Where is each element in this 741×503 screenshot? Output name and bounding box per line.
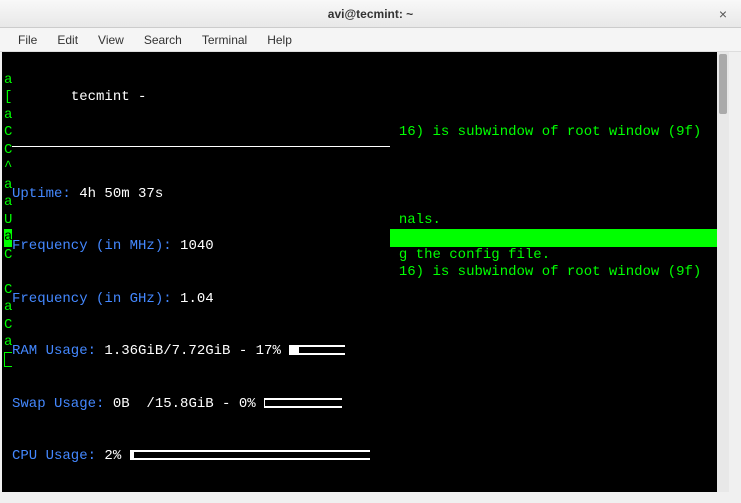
cpu-bar — [130, 450, 370, 460]
close-icon[interactable]: × — [715, 6, 731, 22]
menu-terminal[interactable]: Terminal — [192, 31, 257, 49]
menu-view[interactable]: View — [88, 31, 134, 49]
uptime-label: Uptime: — [12, 186, 71, 202]
menu-file[interactable]: File — [8, 31, 47, 49]
swap-value: 0B /15.8GiB - 0% — [113, 396, 256, 412]
terminal-area[interactable]: avi@tecmint: $ conky & [ a C 16) is subw… — [2, 52, 729, 492]
swap-label: Swap Usage: — [12, 396, 104, 412]
ram-bar — [289, 345, 345, 355]
ram-value: 1.36GiB/7.72GiB - 17% — [104, 343, 280, 359]
titlebar: avi@tecmint: ~ × — [0, 0, 741, 28]
cpu-value: 2% — [104, 448, 121, 464]
scrollbar-thumb[interactable] — [719, 54, 727, 114]
freq-ghz-label: Frequency (in GHz): — [12, 291, 172, 307]
menu-help[interactable]: Help — [257, 31, 302, 49]
freq-mhz-value: 1040 — [180, 238, 214, 254]
scrollbar[interactable] — [717, 52, 729, 492]
menubar: File Edit View Search Terminal Help — [0, 28, 741, 52]
freq-mhz-label: Frequency (in MHz): — [12, 238, 172, 254]
swap-bar — [264, 398, 342, 408]
conky-panel: tecmint - Uptime: 4h 50m 37s Frequency (… — [12, 54, 390, 492]
menu-search[interactable]: Search — [134, 31, 192, 49]
divider — [12, 146, 390, 147]
window-title: avi@tecmint: ~ — [328, 7, 413, 21]
menu-edit[interactable]: Edit — [47, 31, 88, 49]
ram-label: RAM Usage: — [12, 343, 96, 359]
uptime-value: 4h 50m 37s — [79, 186, 163, 202]
conky-host: tecmint - — [71, 89, 147, 105]
cpu-label: CPU Usage: — [12, 448, 96, 464]
freq-ghz-value: 1.04 — [180, 291, 214, 307]
